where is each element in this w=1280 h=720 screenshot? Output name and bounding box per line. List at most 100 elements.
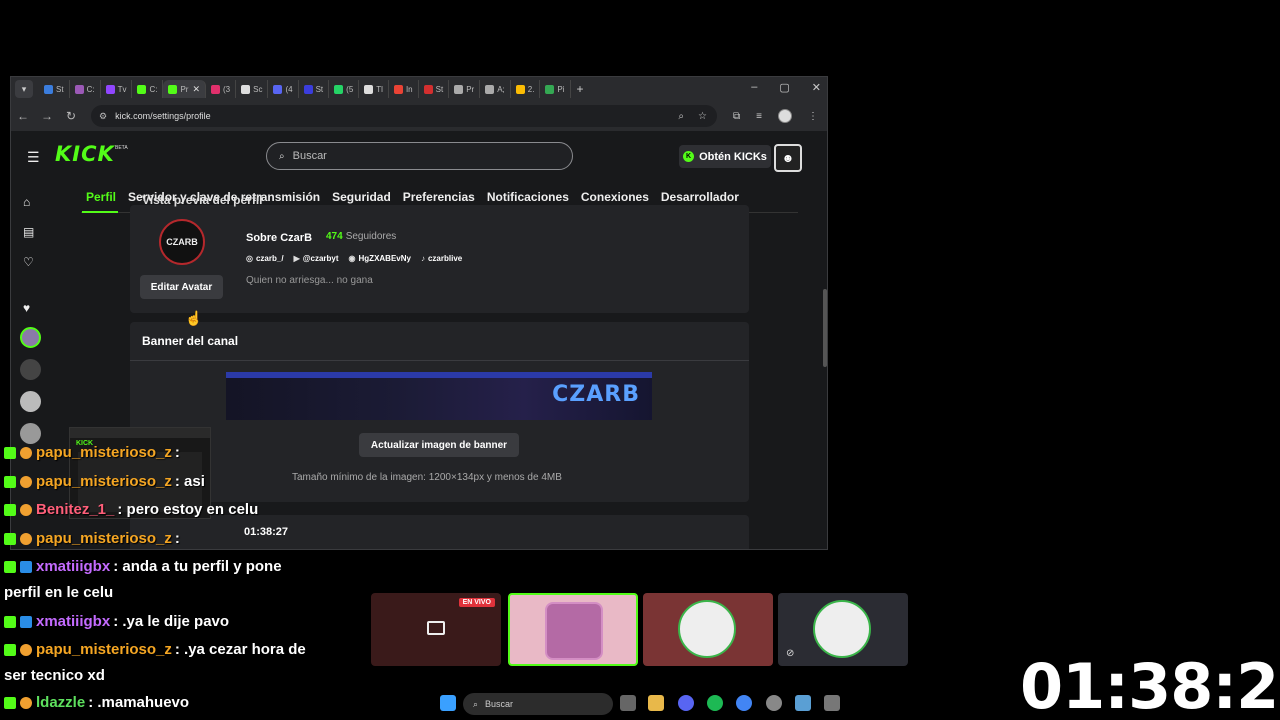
notepad-icon[interactable] xyxy=(795,695,811,711)
edit-avatar-button[interactable]: Editar Avatar xyxy=(140,275,223,299)
task-view-icon[interactable] xyxy=(620,695,636,711)
browser-menu-icon[interactable]: ⋮ xyxy=(808,111,818,122)
browser-tab[interactable]: (5 xyxy=(329,80,360,98)
tab-label: (4 xyxy=(285,84,293,94)
taskbar-search[interactable]: ⌕ Buscar xyxy=(463,693,613,715)
zoom-icon[interactable]: ⌕ xyxy=(678,111,684,122)
browser-tab[interactable]: Tv xyxy=(101,80,133,98)
tab-favicon-icon xyxy=(364,84,374,94)
kick-logo[interactable]: KICK xyxy=(55,142,115,166)
settings-tab[interactable]: Notificaciones xyxy=(487,190,569,204)
tab-label: Pi xyxy=(557,84,565,94)
browser-tab[interactable]: C: xyxy=(132,80,164,98)
chat-text: : anda a tu perfil y pone xyxy=(113,558,282,575)
tab-label: C: xyxy=(149,84,158,94)
tab-favicon-icon xyxy=(241,84,251,94)
get-kicks-button[interactable]: K Obtén KICKs xyxy=(679,145,771,168)
browser-tab[interactable]: Pi xyxy=(540,80,571,98)
banner-stripe xyxy=(226,372,652,378)
obs-icon[interactable] xyxy=(766,695,782,711)
browser-tab[interactable]: (4 xyxy=(268,80,299,98)
muted-mic-icon: ⊘ xyxy=(786,648,795,659)
search-icon: ⌕ xyxy=(279,150,285,162)
discord-icon[interactable] xyxy=(678,695,694,711)
media-control-icon[interactable]: ≡ xyxy=(756,111,762,122)
file-explorer-icon[interactable] xyxy=(648,695,664,711)
screen: ▾ St C: Tv C: Pr ✕ (3 Sc (4 St (5 Tl In St Pr A; 2. Pi + … xyxy=(0,0,1280,720)
back-icon[interactable]: ← xyxy=(11,109,35,123)
chat-username[interactable]: xmatiiigbx xyxy=(36,558,110,575)
bookmark-star-icon[interactable]: ☆ xyxy=(698,111,707,122)
browser-tab[interactable]: Sc xyxy=(236,80,269,98)
maximize-icon[interactable]: ▢ xyxy=(779,81,789,94)
settings-tab[interactable]: Conexiones xyxy=(581,190,649,204)
url-field[interactable]: ⚙ kick.com/settings/profile ⌕ ☆ xyxy=(91,105,717,127)
following-icon[interactable]: ♡ xyxy=(23,255,34,269)
followed-channel-avatar[interactable] xyxy=(20,423,41,444)
extensions-icon[interactable]: ⧉ xyxy=(733,111,740,122)
browse-icon[interactable]: ▤ xyxy=(23,225,34,239)
site-info-icon[interactable]: ⚙ xyxy=(99,111,107,122)
social-link[interactable]: ▶ @czarbyt xyxy=(294,254,339,263)
tab-label: St xyxy=(315,84,324,94)
browser-tab[interactable]: Pr xyxy=(449,80,481,98)
spotify-icon[interactable] xyxy=(707,695,723,711)
update-banner-button[interactable]: Actualizar imagen de banner xyxy=(359,433,519,457)
tab-search-dropdown-icon[interactable]: ▾ xyxy=(15,80,33,98)
browser-tab[interactable]: Tl xyxy=(359,80,389,98)
tab-close-icon[interactable]: ✕ xyxy=(192,84,200,95)
browser-tab[interactable]: C: xyxy=(70,80,101,98)
tab-label: Pr xyxy=(466,84,475,94)
windows-start-icon[interactable] xyxy=(440,695,456,711)
browser-tab[interactable]: 2. xyxy=(511,80,541,98)
social-label: czarb_/ xyxy=(255,254,284,263)
followed-channel-avatar[interactable] xyxy=(20,327,41,348)
browser-tab[interactable]: St xyxy=(299,80,330,98)
followed-channel-avatar[interactable] xyxy=(20,359,41,380)
social-link[interactable]: ◉ HgZXABEvNy xyxy=(349,254,411,263)
forward-icon[interactable]: → xyxy=(35,109,59,123)
settings-tab[interactable]: Desarrollador xyxy=(661,190,739,204)
social-link[interactable]: ◎ czarb_/ xyxy=(246,254,284,263)
followed-channel-avatar[interactable] xyxy=(20,391,41,412)
calculator-icon[interactable] xyxy=(824,695,840,711)
menu-icon[interactable]: ☰ xyxy=(27,149,40,166)
chat-username[interactable]: papu_misterioso_z xyxy=(36,641,172,658)
address-bar: ← → ↻ ⚙ kick.com/settings/profile ⌕ ☆ ⧉ … xyxy=(11,101,827,131)
reload-icon[interactable]: ↻ xyxy=(59,109,83,123)
screen-share-icon xyxy=(427,621,445,635)
browser-tab[interactable]: (3 xyxy=(206,80,237,98)
browser-tab[interactable]: In xyxy=(389,80,419,98)
home-icon[interactable]: ⌂ xyxy=(23,195,30,209)
search-input[interactable]: ⌕ Buscar xyxy=(266,142,573,170)
tab-favicon-icon xyxy=(515,84,525,94)
bio-text: Quien no arriesga... no gana xyxy=(246,275,373,286)
chat-username[interactable]: xmatiiigbx xyxy=(36,613,110,630)
participant-tile[interactable] xyxy=(643,593,773,666)
minimize-icon[interactable]: – xyxy=(751,81,757,94)
participant-tile-screen[interactable]: EN VIVO xyxy=(371,593,501,666)
followers-label: Seguidores xyxy=(345,231,397,242)
participant-avatar xyxy=(545,602,603,660)
social-link[interactable]: ♪ czarblive xyxy=(421,254,462,263)
taskbar-search-label: Buscar xyxy=(485,699,514,709)
settings-tab[interactable]: Seguridad xyxy=(332,190,391,204)
browser-tab[interactable]: St xyxy=(39,80,70,98)
followers-count: 474 xyxy=(326,231,343,242)
participant-tile[interactable]: ⊘ xyxy=(778,593,908,666)
banner-card-title: Banner del canal xyxy=(142,334,239,348)
browser-tab[interactable]: A; xyxy=(480,80,511,98)
user-avatar[interactable]: ☻ xyxy=(774,144,802,172)
kick-badge-icon xyxy=(4,561,16,574)
settings-tab[interactable]: Preferencias xyxy=(403,190,475,204)
browser-tab[interactable]: Pr ✕ xyxy=(163,80,206,98)
chrome-icon[interactable] xyxy=(736,695,752,711)
new-tab-icon[interactable]: + xyxy=(577,82,584,96)
scrollbar[interactable] xyxy=(823,289,827,367)
settings-tab[interactable]: Perfil xyxy=(86,190,116,204)
browser-profile-avatar[interactable] xyxy=(777,109,792,123)
tab-favicon-icon xyxy=(423,84,433,94)
browser-tab[interactable]: St xyxy=(419,80,450,98)
close-window-icon[interactable]: ✕ xyxy=(812,81,821,94)
participant-tile-active[interactable] xyxy=(508,593,638,666)
